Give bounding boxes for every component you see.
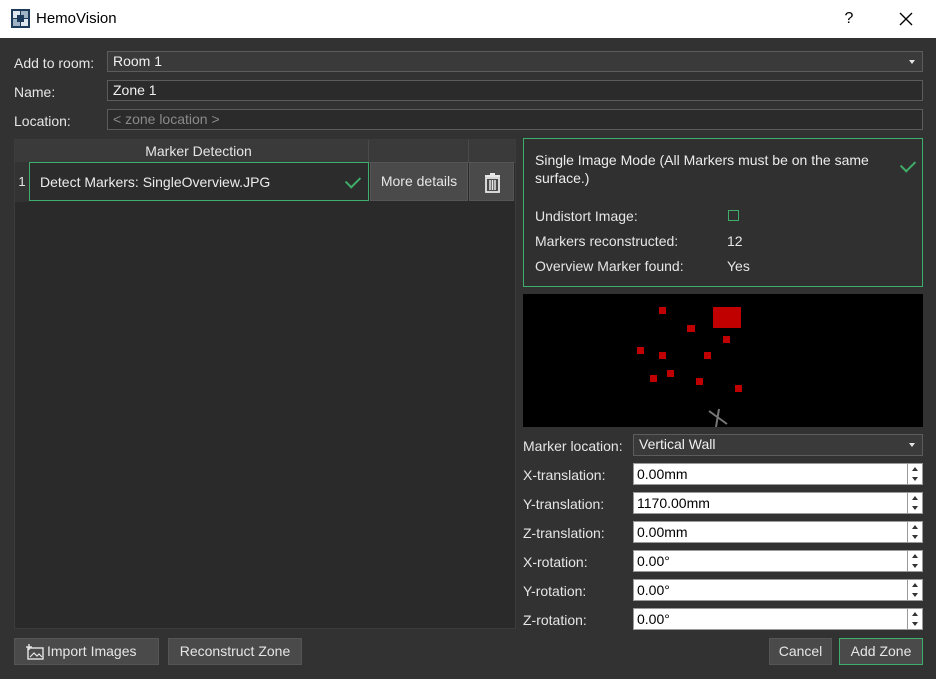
trash-icon — [485, 173, 500, 193]
y-translation-value: 1170.00mm — [637, 495, 710, 511]
mode-text: Single Image Mode (All Markers must be o… — [535, 152, 869, 186]
undistort-checkbox[interactable] — [728, 210, 739, 221]
reconstructed-label: Markers reconstructed: — [535, 233, 679, 249]
table-row[interactable]: Detect Markers: SingleOverview.JPG — [29, 162, 369, 201]
y-translation-spinbox[interactable]: 1170.00mm — [633, 492, 923, 514]
name-input[interactable]: Zone 1 — [107, 80, 923, 101]
overview-value: Yes — [727, 258, 750, 274]
spin-up-icon[interactable] — [907, 609, 922, 619]
x-rotation-value: 0.00° — [637, 553, 670, 569]
spin-down-icon[interactable] — [907, 503, 922, 513]
marker-location-label: Marker location: — [523, 438, 623, 454]
window-title: HemoVision — [36, 10, 117, 27]
y-rotation-label: Y-rotation: — [523, 583, 587, 599]
z-translation-label: Z-translation: — [523, 525, 605, 541]
marker — [687, 325, 695, 332]
room-label: Add to room: — [14, 55, 95, 71]
y-translation-label: Y-translation: — [523, 496, 605, 512]
reconstruct-zone-button[interactable]: Reconstruct Zone — [168, 638, 302, 665]
more-details-button[interactable]: More details — [370, 162, 468, 201]
spin-down-icon[interactable] — [907, 561, 922, 571]
spin-down-icon[interactable] — [907, 590, 922, 600]
spin-down-icon[interactable] — [907, 619, 922, 629]
z-rotation-value: 0.00° — [637, 611, 670, 627]
spin-up-icon[interactable] — [907, 493, 922, 503]
checkmark-icon — [899, 156, 917, 173]
import-images-label: Import Images — [47, 643, 137, 659]
overview-label: Overview Marker found: — [535, 258, 684, 274]
app-icon — [11, 9, 30, 28]
marker — [650, 375, 657, 382]
marker — [667, 370, 674, 377]
location-placeholder: < zone location > — [113, 111, 220, 127]
marker — [637, 347, 644, 354]
room-select[interactable]: Room 1 — [107, 51, 923, 72]
spin-up-icon[interactable] — [907, 522, 922, 532]
marker-location-value: Vertical Wall — [639, 436, 716, 452]
x-rotation-spinbox[interactable]: 0.00° — [633, 550, 923, 572]
marker — [659, 352, 666, 359]
marker — [735, 385, 742, 392]
table-header: Marker Detection — [15, 140, 515, 163]
undistort-label: Undistort Image: — [535, 208, 638, 224]
z-rotation-spinbox[interactable]: 0.00° — [633, 608, 923, 630]
marker-location-select[interactable]: Vertical Wall — [633, 434, 923, 456]
spin-up-icon[interactable] — [907, 580, 922, 590]
close-icon[interactable] — [891, 5, 921, 33]
cancel-button[interactable]: Cancel — [769, 638, 832, 665]
column-header-delete — [469, 140, 515, 162]
spin-down-icon[interactable] — [907, 474, 922, 484]
add-zone-button[interactable]: Add Zone — [839, 638, 923, 665]
import-images-button[interactable]: Import Images — [14, 638, 159, 665]
camera-origin-icon — [708, 408, 728, 428]
checkmark-icon — [344, 172, 362, 189]
x-rotation-label: X-rotation: — [523, 554, 588, 570]
marker-preview-svg — [637, 307, 742, 428]
overview-marker — [713, 307, 741, 328]
import-images-icon — [26, 644, 44, 660]
detection-info-panel: Single Image Mode (All Markers must be o… — [523, 138, 923, 287]
y-rotation-value: 0.00° — [637, 582, 670, 598]
spin-up-icon[interactable] — [907, 464, 922, 474]
marker — [723, 336, 730, 343]
marker-detection-table: Marker Detection 1 Detect Markers: Singl… — [14, 139, 516, 629]
column-header-details — [369, 140, 469, 162]
title-bar: HemoVision ? — [0, 0, 936, 38]
marker-preview-image — [523, 294, 923, 428]
location-label: Location: — [14, 113, 71, 129]
z-translation-spinbox[interactable]: 0.00mm — [633, 521, 923, 543]
row-number: 1 — [15, 162, 29, 202]
reconstructed-value: 12 — [727, 233, 743, 249]
spin-down-icon[interactable] — [907, 532, 922, 542]
x-translation-value: 0.00mm — [637, 466, 688, 482]
column-header-marker-detection: Marker Detection — [29, 140, 369, 162]
help-button[interactable]: ? — [834, 5, 864, 33]
marker — [704, 352, 711, 359]
name-value: Zone 1 — [113, 82, 157, 98]
y-rotation-spinbox[interactable]: 0.00° — [633, 579, 923, 601]
delete-row-button[interactable] — [469, 162, 514, 201]
chevron-down-icon — [909, 60, 915, 64]
spin-up-icon[interactable] — [907, 551, 922, 561]
location-input[interactable]: < zone location > — [107, 109, 923, 130]
detect-markers-text: Detect Markers: SingleOverview.JPG — [40, 174, 271, 190]
z-rotation-label: Z-rotation: — [523, 612, 587, 628]
chevron-down-icon — [909, 443, 915, 447]
room-value: Room 1 — [113, 53, 163, 69]
x-translation-spinbox[interactable]: 0.00mm — [633, 463, 923, 485]
x-translation-label: X-translation: — [523, 467, 606, 483]
marker — [696, 378, 703, 385]
z-translation-value: 0.00mm — [637, 524, 688, 540]
marker — [659, 307, 666, 314]
name-label: Name: — [14, 84, 56, 100]
